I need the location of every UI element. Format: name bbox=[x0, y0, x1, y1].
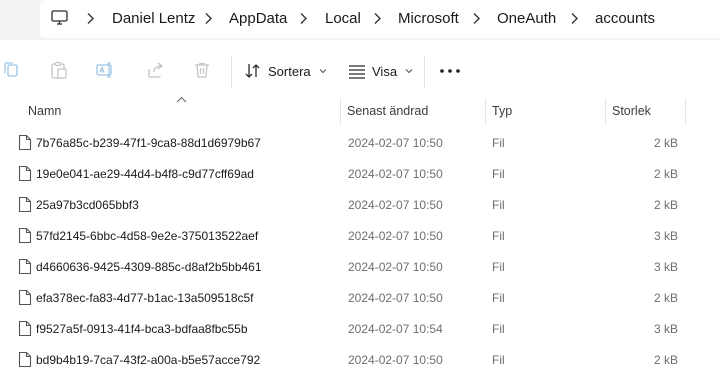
rename-icon[interactable] bbox=[95, 60, 115, 80]
file-explorer-window: Daniel Lentz AppData Local Microsoft One… bbox=[0, 0, 721, 387]
chevron-right-icon[interactable] bbox=[204, 12, 213, 25]
file-size: 2 kB bbox=[653, 198, 678, 212]
view-label: Visa bbox=[372, 63, 398, 79]
share-icon[interactable] bbox=[145, 60, 165, 80]
file-type: Fil bbox=[492, 167, 505, 181]
file-icon bbox=[18, 134, 32, 151]
sort-button[interactable]: Sortera bbox=[244, 60, 327, 82]
file-type: Fil bbox=[492, 260, 505, 274]
file-type: Fil bbox=[492, 229, 505, 243]
copy-icon[interactable] bbox=[2, 60, 22, 80]
file-name: 57fd2145-6bbc-4d58-9e2e-375013522aef bbox=[36, 229, 259, 243]
paste-icon[interactable] bbox=[49, 60, 69, 80]
file-icon bbox=[18, 289, 32, 306]
column-divider[interactable] bbox=[340, 98, 341, 124]
file-size: 3 kB bbox=[653, 322, 678, 336]
sort-icon bbox=[245, 64, 260, 78]
column-divider[interactable] bbox=[605, 98, 606, 124]
chevron-right-icon[interactable] bbox=[472, 12, 481, 25]
file-icon bbox=[18, 258, 32, 275]
column-header-type[interactable]: Typ bbox=[492, 104, 512, 118]
file-modified-date: 2024-02-07 10:50 bbox=[348, 167, 443, 181]
sort-label: Sortera bbox=[268, 63, 311, 79]
view-icon bbox=[349, 65, 365, 79]
file-size: 2 kB bbox=[653, 291, 678, 305]
file-type: Fil bbox=[492, 291, 505, 305]
file-icon bbox=[18, 165, 32, 182]
file-size: 2 kB bbox=[653, 167, 678, 181]
toolbar-separator bbox=[231, 56, 232, 88]
column-header-name[interactable]: Namn bbox=[28, 104, 61, 118]
file-modified-date: 2024-02-07 10:50 bbox=[348, 291, 443, 305]
file-list: 7b76a85c-b239-47f1-9ca8-88d1d6979b67 202… bbox=[0, 127, 721, 375]
chevron-right-icon[interactable] bbox=[373, 12, 382, 25]
breadcrumb-item-microsoft[interactable]: Microsoft bbox=[398, 10, 459, 28]
column-header-row: Namn Senast ändrad Typ Storlek bbox=[0, 98, 721, 124]
column-divider[interactable] bbox=[485, 98, 486, 124]
file-modified-date: 2024-02-07 10:50 bbox=[348, 198, 443, 212]
column-header-date[interactable]: Senast ändrad bbox=[347, 104, 428, 118]
file-icon bbox=[18, 196, 32, 213]
file-name: d4660636-9425-4309-885c-d8af2b5bb461 bbox=[36, 260, 262, 274]
view-button[interactable]: Visa bbox=[348, 60, 413, 82]
file-row[interactable]: 19e0e041-ae29-44d4-b4f8-c9d77cff69ad 202… bbox=[0, 158, 721, 189]
file-row[interactable]: bd9b4b19-7ca7-43f2-a00a-b5e57acce792 202… bbox=[0, 344, 721, 375]
chevron-right-icon[interactable] bbox=[86, 12, 95, 25]
file-modified-date: 2024-02-07 10:50 bbox=[348, 353, 443, 367]
file-name: bd9b4b19-7ca7-43f2-a00a-b5e57acce792 bbox=[36, 353, 261, 367]
file-type: Fil bbox=[492, 198, 505, 212]
file-size: 3 kB bbox=[653, 229, 678, 243]
file-modified-date: 2024-02-07 10:50 bbox=[348, 136, 443, 150]
file-icon bbox=[18, 320, 32, 337]
this-pc-icon[interactable] bbox=[51, 9, 68, 26]
column-divider[interactable] bbox=[685, 98, 686, 124]
breadcrumb-item-oneauth[interactable]: OneAuth bbox=[497, 10, 556, 28]
command-bar: Sortera Visa bbox=[0, 44, 721, 98]
breadcrumb-item-accounts[interactable]: accounts bbox=[595, 10, 655, 28]
breadcrumb-item-appdata[interactable]: AppData bbox=[229, 10, 287, 28]
file-row[interactable]: d4660636-9425-4309-885c-d8af2b5bb461 202… bbox=[0, 251, 721, 282]
file-size: 3 kB bbox=[653, 260, 678, 274]
file-row[interactable]: efa378ec-fa83-4d77-b1ac-13a509518c5f 202… bbox=[0, 282, 721, 313]
delete-icon[interactable] bbox=[192, 60, 212, 80]
chevron-right-icon[interactable] bbox=[299, 12, 308, 25]
file-row[interactable]: 25a97b3cd065bbf3 2024-02-07 10:50 Fil 2 … bbox=[0, 189, 721, 220]
file-name: efa378ec-fa83-4d77-b1ac-13a509518c5f bbox=[36, 291, 254, 305]
file-icon bbox=[18, 351, 32, 368]
file-modified-date: 2024-02-07 10:54 bbox=[348, 322, 443, 336]
file-row[interactable]: 7b76a85c-b239-47f1-9ca8-88d1d6979b67 202… bbox=[0, 127, 721, 158]
file-modified-date: 2024-02-07 10:50 bbox=[348, 229, 443, 243]
file-type: Fil bbox=[492, 353, 505, 367]
file-name: 25a97b3cd065bbf3 bbox=[36, 198, 139, 212]
file-row[interactable]: f9527a5f-0913-41f4-bca3-bdfaa8fbc55b 202… bbox=[0, 313, 721, 344]
file-name: 19e0e041-ae29-44d4-b4f8-c9d77cff69ad bbox=[36, 167, 254, 181]
file-type: Fil bbox=[492, 322, 505, 336]
chevron-right-icon[interactable] bbox=[570, 12, 579, 25]
more-options-icon[interactable] bbox=[439, 68, 461, 74]
file-type: Fil bbox=[492, 136, 505, 150]
toolbar-separator bbox=[424, 56, 425, 88]
column-header-size[interactable]: Storlek bbox=[612, 104, 651, 118]
file-name: 7b76a85c-b239-47f1-9ca8-88d1d6979b67 bbox=[36, 136, 261, 150]
file-size: 2 kB bbox=[653, 353, 678, 367]
file-icon bbox=[18, 227, 32, 244]
file-name: f9527a5f-0913-41f4-bca3-bdfaa8fbc55b bbox=[36, 322, 248, 336]
file-modified-date: 2024-02-07 10:50 bbox=[348, 260, 443, 274]
breadcrumb-item-local[interactable]: Local bbox=[325, 10, 361, 28]
chevron-down-icon bbox=[319, 69, 327, 74]
file-row[interactable]: 57fd2145-6bbc-4d58-9e2e-375013522aef 202… bbox=[0, 220, 721, 251]
chevron-down-icon bbox=[405, 69, 413, 74]
breadcrumb-item-daniel-lentz[interactable]: Daniel Lentz bbox=[112, 10, 195, 28]
file-size: 2 kB bbox=[653, 136, 678, 150]
address-bar-region: Daniel Lentz AppData Local Microsoft One… bbox=[0, 0, 721, 40]
